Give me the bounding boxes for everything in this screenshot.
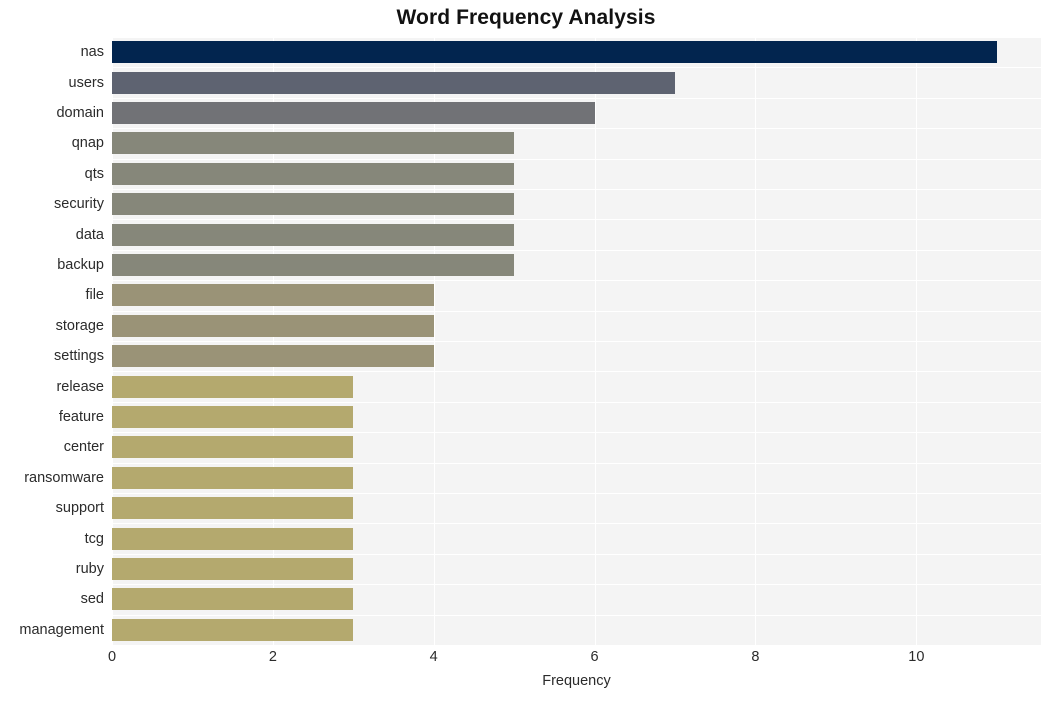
x-tick-label: 0 (107, 649, 117, 665)
bar-row (112, 433, 1041, 461)
bar[interactable] (112, 71, 676, 94)
y-tick-label: domain (56, 105, 104, 121)
y-tick-label: data (75, 226, 104, 243)
bar[interactable] (112, 588, 354, 611)
bar[interactable] (112, 497, 354, 520)
bar-row (112, 38, 1041, 66)
bar[interactable] (112, 345, 434, 368)
bar-row (112, 160, 1041, 188)
x-tick-label: 2 (268, 649, 277, 665)
bar[interactable] (112, 558, 354, 580)
bar[interactable] (112, 41, 997, 64)
bar-row (112, 99, 1041, 127)
bar[interactable] (112, 102, 595, 124)
y-axis: nas users domain qnap qts security data backup f… (0, 37, 104, 645)
bar-row (112, 585, 1041, 613)
y-tick-label: sed (80, 591, 104, 608)
x-axis-label: Frequency (542, 673, 611, 689)
bar-row (112, 525, 1041, 553)
bar[interactable] (112, 436, 354, 459)
bar-row (112, 221, 1041, 249)
bar-row (112, 373, 1041, 401)
y-tick-label: backup (57, 257, 104, 273)
y-tick-label: nas (80, 44, 104, 61)
y-tick-label: support (55, 500, 104, 517)
bar-row (112, 69, 1041, 97)
plot-area (112, 37, 1041, 646)
bar-row (112, 312, 1041, 340)
bar-row (112, 190, 1041, 218)
bar[interactable] (112, 132, 515, 155)
y-tick-label: qts (84, 165, 104, 182)
bar[interactable] (112, 284, 434, 307)
y-tick-label: users (68, 74, 104, 91)
bar-row (112, 464, 1041, 492)
bar-row (112, 403, 1041, 431)
bar[interactable] (112, 314, 434, 337)
y-tick-label: feature (58, 409, 104, 425)
y-tick-label: ransomware (24, 469, 104, 486)
y-tick-label: security (54, 196, 104, 213)
bar[interactable] (112, 375, 354, 398)
bar[interactable] (112, 223, 515, 246)
chart-title: Word Frequency Analysis (396, 6, 656, 29)
bar[interactable] (112, 193, 515, 216)
bar[interactable] (112, 406, 354, 428)
bar[interactable] (112, 162, 515, 185)
bar-row (112, 251, 1041, 279)
y-tick-label: release (56, 378, 104, 395)
y-tick-label: storage (55, 317, 104, 334)
bar-row (112, 555, 1041, 583)
bar[interactable] (112, 618, 354, 641)
bar-row (112, 281, 1041, 309)
x-tick-label: 4 (429, 649, 438, 665)
x-axis: 0 2 4 6 8 10 (108, 645, 1041, 671)
y-tick-label: tcg (84, 530, 104, 547)
y-tick-label: settings (54, 348, 104, 365)
x-tick-label: 8 (751, 649, 760, 665)
bar-row (112, 342, 1041, 370)
x-tick-label: 10 (908, 649, 925, 665)
y-tick-label: ruby (75, 561, 104, 577)
bar-row (112, 616, 1041, 644)
y-tick-label: management (19, 621, 104, 638)
y-tick-label: qnap (71, 135, 104, 152)
bar-row (112, 494, 1041, 522)
word-frequency-chart: Word Frequency Analysis nas users domain qn… (0, 0, 1052, 701)
bar-row (112, 129, 1041, 157)
x-tick-label: 6 (590, 649, 599, 665)
bar[interactable] (112, 527, 354, 550)
bar[interactable] (112, 466, 354, 489)
y-tick-label: center (63, 439, 104, 456)
bar[interactable] (112, 254, 515, 276)
y-tick-label: file (85, 287, 104, 304)
